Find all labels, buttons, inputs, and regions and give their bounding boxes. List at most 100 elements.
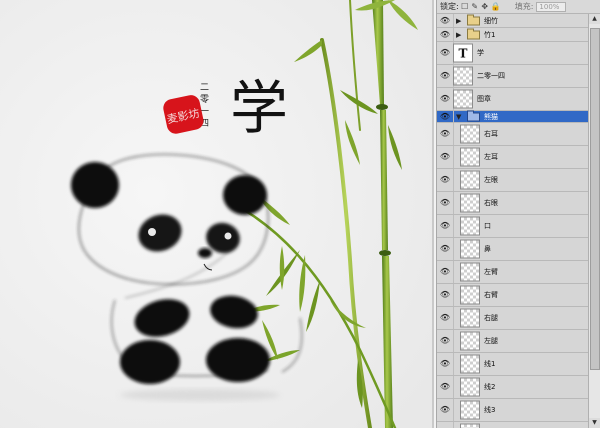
layer-thumbnail	[460, 400, 480, 420]
scroll-down-icon[interactable]: ▼	[589, 418, 600, 428]
lock-all-icon[interactable]: 🔒	[491, 2, 501, 11]
layer-thumbnail	[460, 423, 480, 428]
layer-thumbnail	[460, 262, 480, 282]
visibility-toggle[interactable]: 👁	[437, 14, 454, 27]
scroll-up-icon[interactable]: ▲	[589, 14, 600, 24]
layer-name: 学	[477, 49, 484, 57]
layer-name: 左腿	[484, 337, 498, 345]
layer-thumbnail	[460, 285, 480, 305]
layer-row[interactable]: 👁 鼻	[437, 238, 589, 261]
visibility-toggle[interactable]: 👁	[437, 111, 454, 122]
layer-row[interactable]: 👁 左眼	[437, 169, 589, 192]
layer-row[interactable]: 👁 右臂	[437, 284, 589, 307]
document-canvas[interactable]: 学 二零一四 麦影坊	[0, 0, 432, 428]
layer-row[interactable]: 👁 右眼	[437, 192, 589, 215]
layer-row[interactable]: 👁 线1	[437, 353, 589, 376]
layer-name: 熊猫	[484, 112, 498, 121]
visibility-toggle[interactable]: 👁	[437, 284, 454, 306]
layer-name: 线2	[484, 383, 496, 391]
visibility-toggle[interactable]: 👁	[437, 169, 454, 191]
layer-name: 左眼	[484, 176, 498, 184]
layer-name: 鼻	[484, 245, 491, 253]
visibility-toggle[interactable]: 👁	[437, 376, 454, 398]
fill-input[interactable]: 100%	[536, 1, 567, 12]
fill-label: 填充:	[514, 2, 534, 11]
folder-icon	[467, 110, 480, 121]
layer-thumbnail	[460, 377, 480, 397]
lock-label: 锁定:	[440, 2, 459, 11]
eye-icon: 👁	[439, 290, 451, 299]
layer-thumbnail	[460, 147, 480, 167]
visibility-toggle[interactable]: 👁	[437, 146, 454, 168]
eye-icon: 👁	[439, 94, 451, 103]
eye-icon: 👁	[439, 152, 451, 161]
layer-row[interactable]: 👁 图章	[437, 88, 589, 111]
layer-name: 右臂	[484, 291, 498, 299]
eye-icon: 👁	[439, 71, 451, 80]
eye-icon: 👁	[439, 111, 451, 121]
layer-row[interactable]: 👁 二零一四	[437, 65, 589, 88]
visibility-toggle[interactable]: 👁	[437, 88, 454, 110]
expand-arrow-right-icon[interactable]: ▶	[456, 17, 461, 25]
lock-brush-icon[interactable]: ✎	[471, 2, 479, 11]
layer-name: 细竹	[484, 16, 498, 25]
layer-row[interactable]: 👁 左耳	[437, 146, 589, 169]
layer-thumbnail	[453, 66, 473, 86]
layer-name: 右腿	[484, 314, 498, 322]
visibility-toggle[interactable]: 👁	[437, 307, 454, 329]
layer-row[interactable]: 👁 口	[437, 215, 589, 238]
layer-name: 右耳	[484, 130, 498, 138]
eye-icon: 👁	[439, 221, 451, 230]
visibility-toggle[interactable]: 👁	[437, 330, 454, 352]
visibility-toggle[interactable]: 👁	[437, 65, 454, 87]
eye-icon: 👁	[439, 359, 451, 368]
layer-row[interactable]: 👁 左腿	[437, 330, 589, 353]
layer-row[interactable]: 👁 T 学	[437, 42, 589, 65]
visibility-toggle[interactable]: 👁	[437, 215, 454, 237]
lock-toolbar: 锁定: ☐ ✎ ✥ 🔒 填充: 100%	[437, 0, 600, 14]
eye-icon: 👁	[439, 198, 451, 207]
layer-name: 线1	[484, 360, 496, 368]
layer-name: 口	[484, 222, 491, 230]
scroll-thumb[interactable]	[590, 28, 600, 370]
expand-arrow-right-icon[interactable]: ▶	[456, 31, 461, 39]
visibility-toggle[interactable]: 👁	[437, 399, 454, 421]
visibility-toggle[interactable]: 👁	[437, 422, 454, 428]
layer-row[interactable]: 👁 右腿	[437, 307, 589, 330]
visibility-toggle[interactable]: 👁	[437, 261, 454, 283]
layer-group-row[interactable]: 👁 ▼ 熊猫	[437, 110, 589, 123]
lock-move-icon[interactable]: ✥	[481, 2, 489, 11]
visibility-toggle[interactable]: 👁	[437, 42, 454, 64]
layer-name: 线3	[484, 406, 496, 414]
layer-name: 竹1	[484, 30, 496, 39]
layer-row[interactable]: 👁 右耳	[437, 123, 589, 146]
type-layer-icon: T	[453, 43, 473, 63]
calligraphy-main-character: 学	[230, 74, 288, 142]
layer-thumbnail	[460, 124, 480, 144]
expand-arrow-down-icon[interactable]: ▼	[456, 113, 461, 121]
layer-name: 二零一四	[477, 72, 505, 80]
visibility-toggle[interactable]: 👁	[437, 192, 454, 214]
layer-thumbnail	[460, 239, 480, 259]
layer-thumbnail	[460, 193, 480, 213]
folder-icon	[467, 28, 480, 39]
visibility-toggle[interactable]: 👁	[437, 238, 454, 260]
lock-transparent-icon[interactable]: ☐	[461, 2, 469, 11]
layer-thumbnail	[460, 170, 480, 190]
layer-row[interactable]: 👁 线3	[437, 399, 589, 422]
eye-icon: 👁	[439, 244, 451, 253]
layer-thumbnail	[460, 331, 480, 351]
layer-group-row[interactable]: 👁 ▶ 竹1	[437, 28, 589, 42]
eye-icon: 👁	[439, 382, 451, 391]
visibility-toggle[interactable]: 👁	[437, 353, 454, 375]
eye-icon: 👁	[439, 29, 451, 39]
layers-scrollbar[interactable]: ▲ ▼	[588, 14, 600, 428]
visibility-toggle[interactable]: 👁	[437, 28, 454, 41]
layer-name: 左耳	[484, 153, 498, 161]
layer-group-row[interactable]: 👁 ▶ 细竹	[437, 14, 589, 28]
layer-row[interactable]: 👁 左臂	[437, 261, 589, 284]
visibility-toggle[interactable]: 👁	[437, 123, 454, 145]
layer-row[interactable]: 👁 线2	[437, 376, 589, 399]
layer-row[interactable]: 👁线5	[437, 422, 589, 428]
eye-icon: 👁	[439, 175, 451, 184]
